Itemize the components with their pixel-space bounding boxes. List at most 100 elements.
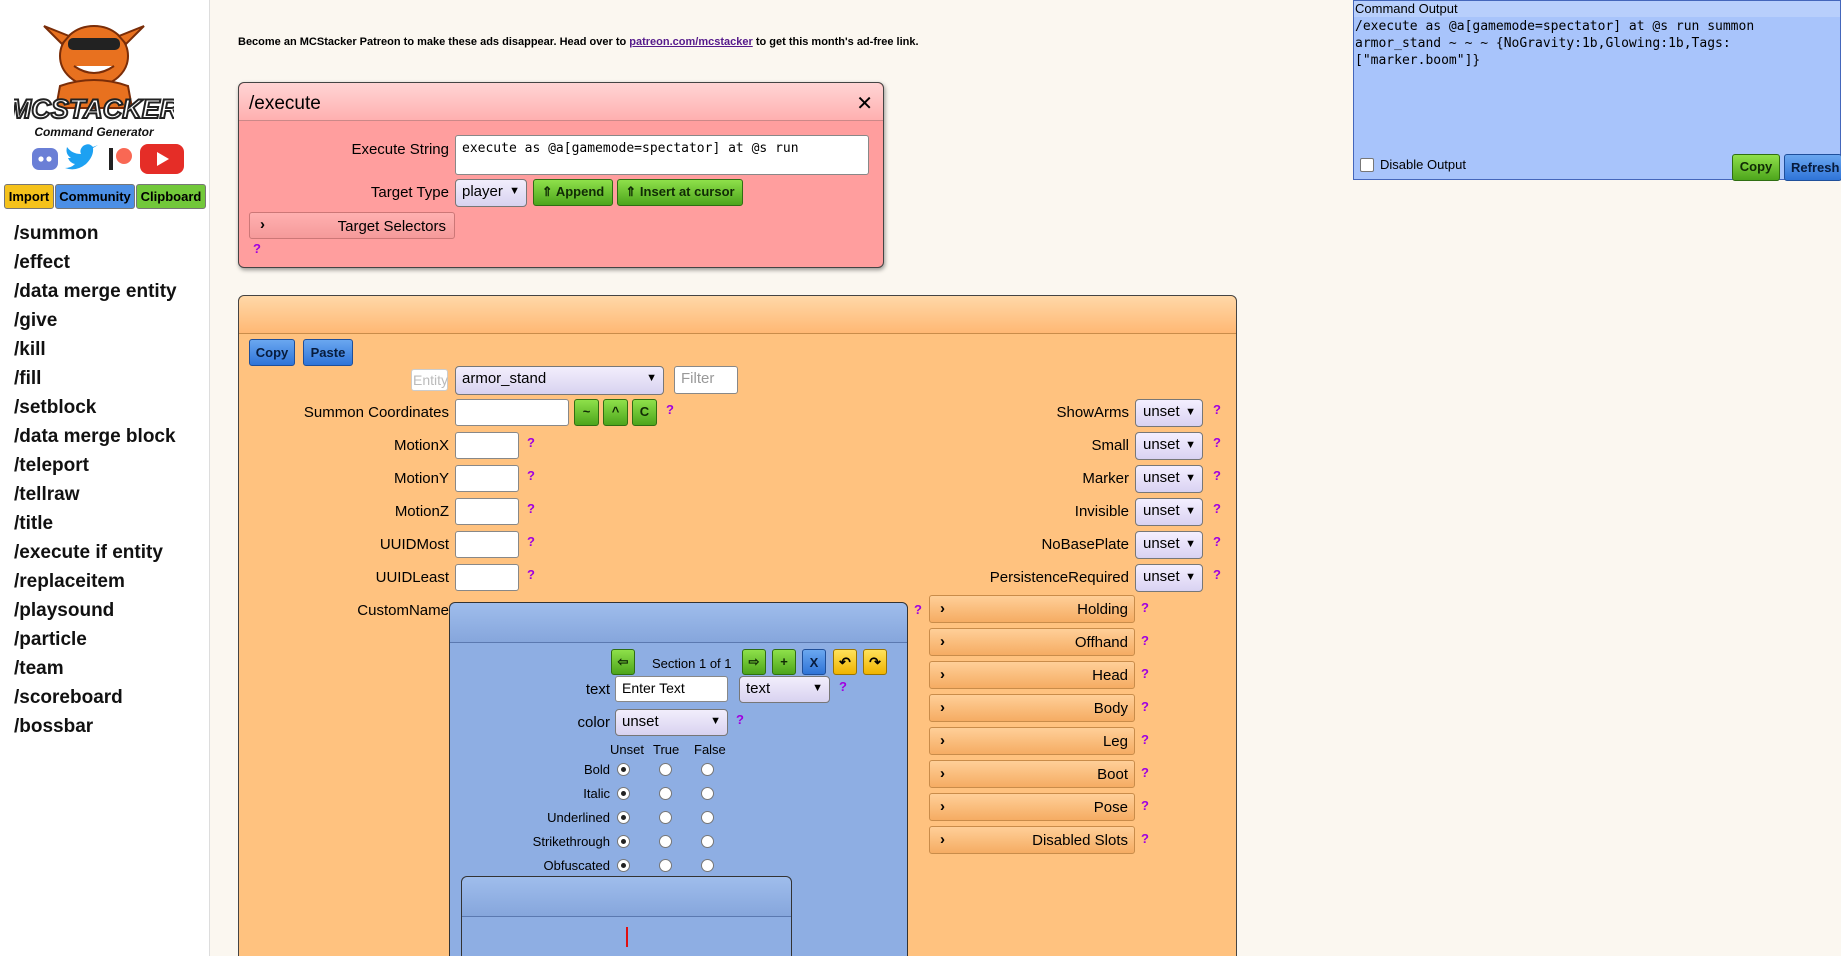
- twitter-icon[interactable]: [62, 142, 100, 176]
- youtube-icon[interactable]: [138, 142, 186, 176]
- underlined-true-radio[interactable]: [659, 811, 672, 824]
- flag-persistence-select[interactable]: unset ▼: [1135, 564, 1203, 592]
- help-icon[interactable]: ?: [527, 435, 535, 450]
- uuid-least-input[interactable]: [455, 564, 519, 591]
- help-icon[interactable]: ?: [1213, 435, 1221, 450]
- entity-select[interactable]: armor_stand ▼: [455, 366, 664, 395]
- flag-nobaseplate-select[interactable]: unset ▼: [1135, 531, 1203, 559]
- filter-input[interactable]: Filter: [674, 366, 738, 394]
- help-icon[interactable]: ?: [527, 501, 535, 516]
- mcstacker-logo[interactable]: MCSTACKER Command Generator: [14, 14, 174, 140]
- clipboard-button[interactable]: Clipboard: [136, 184, 206, 209]
- nav-item-fill[interactable]: /fill: [14, 366, 177, 395]
- help-icon[interactable]: ?: [253, 241, 261, 256]
- help-icon[interactable]: ?: [527, 534, 535, 549]
- patreon-icon[interactable]: [106, 142, 134, 176]
- section-holding[interactable]: › Holding: [929, 595, 1135, 623]
- output-copy-button[interactable]: Copy: [1732, 154, 1780, 181]
- section-offhand[interactable]: › Offhand: [929, 628, 1135, 656]
- bold-false-radio[interactable]: [701, 763, 714, 776]
- add-section-button[interactable]: +: [772, 649, 796, 675]
- redo-button[interactable]: ↷: [863, 649, 887, 675]
- text-cursor[interactable]: [626, 927, 628, 947]
- flag-showarms-select[interactable]: unset ▼: [1135, 399, 1203, 427]
- nav-item-replaceitem[interactable]: /replaceitem: [14, 569, 177, 598]
- next-section-button[interactable]: ⇨: [742, 649, 766, 675]
- import-button[interactable]: Import: [4, 184, 54, 209]
- help-icon[interactable]: ?: [527, 567, 535, 582]
- summon-coordinates-input[interactable]: [455, 399, 569, 426]
- help-icon[interactable]: ?: [1141, 831, 1149, 846]
- help-icon[interactable]: ?: [1141, 765, 1149, 780]
- section-head[interactable]: › Head: [929, 661, 1135, 689]
- undo-button[interactable]: ↶: [833, 649, 857, 675]
- help-icon[interactable]: ?: [1141, 666, 1149, 681]
- nav-item-particle[interactable]: /particle: [14, 627, 177, 656]
- tilde-button[interactable]: ~: [574, 399, 599, 426]
- nav-item-playsound[interactable]: /playsound: [14, 598, 177, 627]
- obfuscated-unset-radio[interactable]: [617, 859, 630, 872]
- section-disabled-slots[interactable]: › Disabled Slots: [929, 826, 1135, 854]
- target-selectors-toggle[interactable]: › Target Selectors: [249, 212, 455, 239]
- output-refresh-button[interactable]: Refresh: [1784, 154, 1841, 181]
- italic-true-radio[interactable]: [659, 787, 672, 800]
- obfuscated-true-radio[interactable]: [659, 859, 672, 872]
- copy-button[interactable]: Copy: [249, 339, 295, 366]
- help-icon[interactable]: ?: [1213, 534, 1221, 549]
- section-pose[interactable]: › Pose: [929, 793, 1135, 821]
- flag-small-select[interactable]: unset ▼: [1135, 432, 1203, 460]
- current-position-button[interactable]: C: [632, 399, 657, 426]
- section-boot[interactable]: › Boot: [929, 760, 1135, 788]
- target-type-select[interactable]: player ▼: [455, 179, 527, 207]
- italic-false-radio[interactable]: [701, 787, 714, 800]
- strikethrough-unset-radio[interactable]: [617, 835, 630, 848]
- text-input[interactable]: Enter Text: [615, 676, 728, 702]
- caret-button[interactable]: ^: [603, 399, 628, 426]
- underlined-unset-radio[interactable]: [617, 811, 630, 824]
- help-icon[interactable]: ?: [914, 602, 922, 617]
- help-icon[interactable]: ?: [666, 402, 674, 417]
- discord-icon[interactable]: [30, 142, 60, 176]
- uuid-most-input[interactable]: [455, 531, 519, 558]
- community-button[interactable]: Community: [55, 184, 135, 209]
- section-body[interactable]: › Body: [929, 694, 1135, 722]
- obfuscated-false-radio[interactable]: [701, 859, 714, 872]
- help-icon[interactable]: ?: [1213, 567, 1221, 582]
- execute-string-input[interactable]: execute as @a[gamemode=spectator] at @s …: [455, 135, 869, 175]
- nav-item-execute-if-entity[interactable]: /execute if entity: [14, 540, 177, 569]
- command-output-text[interactable]: /execute as @a[gamemode=spectator] at @s…: [1355, 18, 1835, 69]
- append-button[interactable]: ⇑ Append: [533, 179, 613, 206]
- motion-y-input[interactable]: [455, 465, 519, 492]
- nav-item-setblock[interactable]: /setblock: [14, 395, 177, 424]
- nav-item-team[interactable]: /team: [14, 656, 177, 685]
- flag-marker-select[interactable]: unset ▼: [1135, 465, 1203, 493]
- motion-x-input[interactable]: [455, 432, 519, 459]
- help-icon[interactable]: ?: [527, 468, 535, 483]
- color-select[interactable]: unset ▼: [615, 709, 728, 736]
- insert-at-cursor-button[interactable]: ⇑ Insert at cursor: [617, 179, 743, 206]
- help-icon[interactable]: ?: [1141, 732, 1149, 747]
- italic-unset-radio[interactable]: [617, 787, 630, 800]
- underlined-false-radio[interactable]: [701, 811, 714, 824]
- nav-item-effect[interactable]: /effect: [14, 250, 177, 279]
- delete-section-button[interactable]: X: [802, 649, 826, 675]
- nav-item-tellraw[interactable]: /tellraw: [14, 482, 177, 511]
- nav-item-teleport[interactable]: /teleport: [14, 453, 177, 482]
- nav-item-kill[interactable]: /kill: [14, 337, 177, 366]
- bold-true-radio[interactable]: [659, 763, 672, 776]
- bold-unset-radio[interactable]: [617, 763, 630, 776]
- motion-z-input[interactable]: [455, 498, 519, 525]
- help-icon[interactable]: ?: [1213, 468, 1221, 483]
- paste-button[interactable]: Paste: [303, 339, 353, 366]
- nav-item-title[interactable]: /title: [14, 511, 177, 540]
- disable-output-checkbox[interactable]: [1360, 158, 1374, 172]
- nav-item-data-merge-block[interactable]: /data merge block: [14, 424, 177, 453]
- prev-section-button[interactable]: ⇦: [611, 649, 635, 675]
- strikethrough-false-radio[interactable]: [701, 835, 714, 848]
- nav-item-bossbar[interactable]: /bossbar: [14, 714, 177, 743]
- text-type-select[interactable]: text ▼: [739, 676, 830, 703]
- strikethrough-true-radio[interactable]: [659, 835, 672, 848]
- flag-invisible-select[interactable]: unset ▼: [1135, 498, 1203, 526]
- nav-item-summon[interactable]: /summon: [14, 221, 177, 250]
- nav-item-give[interactable]: /give: [14, 308, 177, 337]
